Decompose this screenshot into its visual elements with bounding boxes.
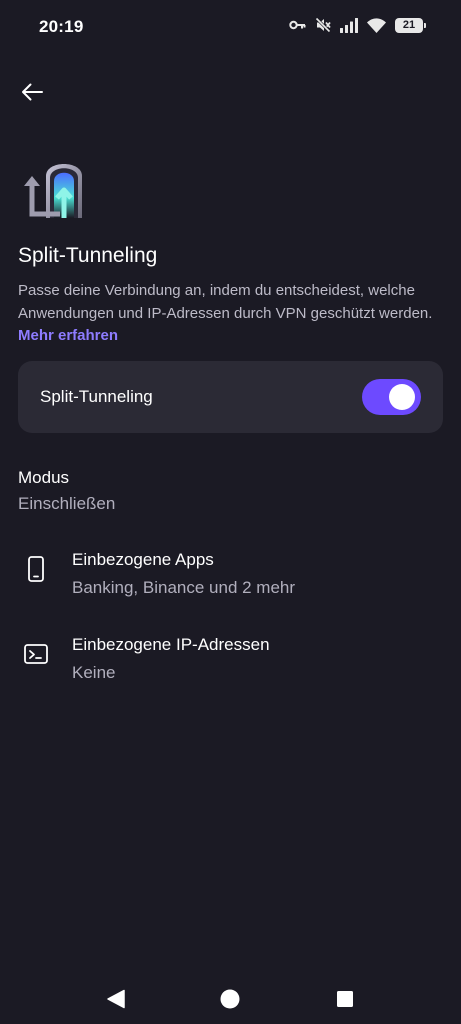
toggle-label: Split-Tunneling <box>40 387 153 406</box>
included-apps-subtitle: Banking, Binance und 2 mehr <box>72 578 296 597</box>
switch-knob <box>389 384 415 410</box>
split-tunneling-switch[interactable] <box>362 379 421 415</box>
description-text: Passe deine Verbindung an, indem du ents… <box>18 282 433 322</box>
home-circle-icon <box>220 989 240 1009</box>
back-triangle-icon <box>107 989 125 1009</box>
nav-recents-button[interactable] <box>332 986 358 1012</box>
battery-icon: 21 <box>395 17 426 33</box>
mode-label: Modus <box>18 468 70 487</box>
included-ip-addresses-item[interactable]: Einbezogene IP-Adressen Keine <box>0 635 461 705</box>
split-tunneling-toggle-card: Split-Tunneling <box>18 361 443 433</box>
included-ip-addresses-title: Einbezogene IP-Adressen <box>72 635 270 654</box>
mode-selector[interactable]: Modus Einschließen <box>18 468 115 514</box>
included-ip-addresses-subtitle: Keine <box>72 663 116 682</box>
system-navigation-bar <box>0 972 461 1024</box>
terminal-icon <box>22 640 50 668</box>
status-time: 20:19 <box>39 17 84 36</box>
vpn-key-icon <box>289 19 306 31</box>
page-title: Split-Tunneling <box>18 244 158 267</box>
nav-home-button[interactable] <box>217 986 243 1012</box>
recents-square-icon <box>337 991 353 1007</box>
signal-icon <box>340 17 358 33</box>
split-tunnel-illustration <box>20 150 94 224</box>
arrow-left-icon <box>22 83 43 101</box>
mute-icon <box>315 17 331 33</box>
smartphone-icon <box>22 555 50 583</box>
nav-back-button[interactable] <box>103 986 129 1012</box>
wifi-icon <box>367 17 386 33</box>
included-apps-item[interactable]: Einbezogene Apps Banking, Binance und 2 … <box>0 550 461 620</box>
status-bar: 20:19 21 <box>0 0 461 56</box>
mode-value: Einschließen <box>18 494 116 513</box>
included-apps-title: Einbezogene Apps <box>72 550 214 569</box>
status-icons: 21 <box>289 17 426 33</box>
learn-more-link[interactable]: Mehr erfahren <box>18 327 118 344</box>
page-description: Passe deine Verbindung an, indem du ents… <box>18 280 443 348</box>
back-button[interactable] <box>16 76 48 108</box>
